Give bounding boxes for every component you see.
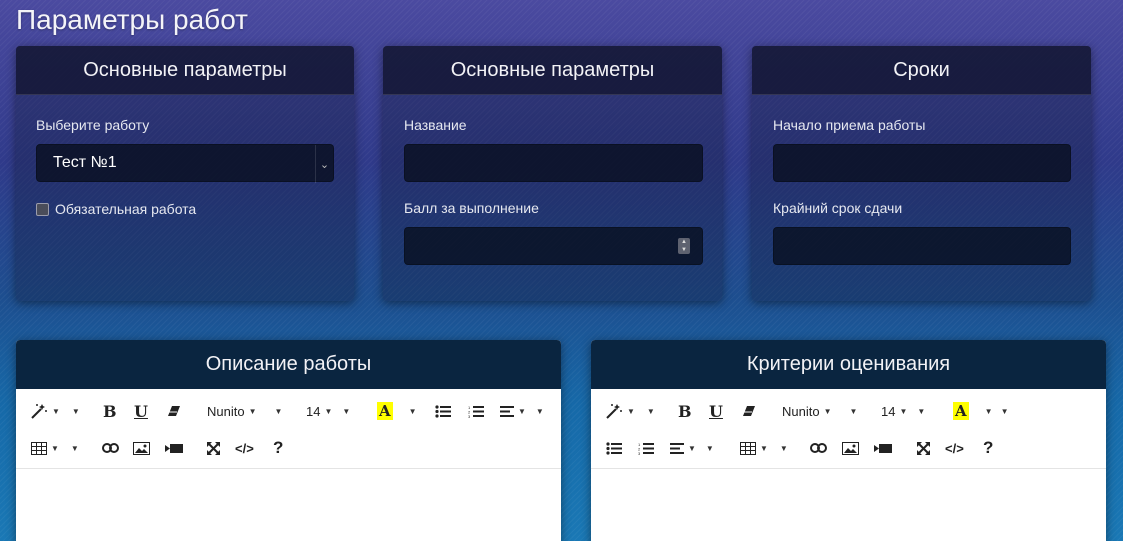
- help-button[interactable]: ?: [273, 435, 283, 461]
- name-input[interactable]: [404, 144, 703, 182]
- highlight-a-icon: A: [953, 402, 969, 420]
- table-dropdown[interactable]: ▼ ▼: [31, 435, 79, 461]
- work-select[interactable]: Тест №1 ⌄: [36, 144, 334, 183]
- page-title: Параметры работ: [16, 4, 248, 35]
- work-select-value: Тест №1: [53, 154, 117, 171]
- score-input[interactable]: ▲ ▼: [404, 227, 703, 265]
- fullscreen-icon[interactable]: [207, 435, 220, 461]
- font-family-value: Nunito: [782, 403, 820, 419]
- align-dropdown[interactable]: ▼ ▼: [500, 398, 544, 424]
- video-icon[interactable]: [165, 435, 183, 461]
- magic-wand-icon: [30, 403, 48, 419]
- align-dropdown[interactable]: ▼ ▼: [670, 435, 714, 461]
- card-title: Описание работы: [16, 340, 561, 389]
- help-button[interactable]: ?: [983, 435, 993, 461]
- underline-button[interactable]: U: [709, 398, 723, 424]
- number-spinner[interactable]: ▲ ▼: [678, 238, 690, 254]
- deadline-date-input[interactable]: [773, 227, 1071, 265]
- font-family-value: Nunito: [207, 403, 245, 419]
- criteria-editor-card: Критерии оценивания ▼ ▼ B U Nunito ▼ ▼ 14 ▼ ▼…: [591, 340, 1106, 541]
- card-title: Основные параметры: [16, 46, 354, 95]
- required-work-label: Обязательная работа: [55, 201, 197, 217]
- eraser-icon[interactable]: [167, 398, 181, 424]
- main-params-card: Основные параметры Выберите работу Тест …: [16, 46, 354, 301]
- font-family-dropdown[interactable]: Nunito ▼ ▼: [207, 398, 282, 424]
- align-left-icon: [500, 405, 514, 417]
- description-editor-card: Описание работы ▼ ▼ B U Nunito ▼ ▼ 14 ▼ ▼ A ▼ …: [16, 340, 561, 541]
- card-title: Основные параметры: [383, 46, 722, 95]
- image-icon[interactable]: [842, 435, 859, 461]
- required-work-checkbox-row[interactable]: Обязательная работа: [36, 201, 196, 217]
- score-label: Балл за выполнение: [404, 200, 539, 216]
- svg-text:3: 3: [638, 451, 641, 455]
- magic-wand-dropdown[interactable]: ▼ ▼: [605, 398, 655, 424]
- text-color-dropdown[interactable]: A ▼ ▼: [953, 398, 1008, 424]
- underline-button[interactable]: U: [134, 398, 148, 424]
- align-left-icon: [670, 442, 684, 454]
- select-work-label: Выберите работу: [36, 117, 150, 133]
- highlight-a-icon: A: [377, 402, 393, 420]
- font-size-value: 14: [306, 403, 321, 419]
- code-view-button[interactable]: </>: [235, 435, 254, 461]
- chevron-down-icon[interactable]: ⌄: [315, 145, 333, 183]
- table-dropdown[interactable]: ▼ ▼: [740, 435, 788, 461]
- start-label: Начало приема работы: [773, 117, 926, 133]
- deadline-label: Крайний срок сдачи: [773, 200, 903, 216]
- magic-wand-dropdown[interactable]: ▼ ▼: [30, 398, 80, 424]
- table-icon: [31, 441, 47, 455]
- font-size-dropdown[interactable]: 14 ▼ ▼: [881, 398, 925, 424]
- editor-toolbar: ▼ ▼ B U Nunito ▼ ▼ 14 ▼ ▼ A ▼ 123 ▼ ▼ ▼ ▼: [16, 389, 561, 469]
- bullet-list-icon[interactable]: [435, 398, 451, 424]
- bold-button[interactable]: B: [103, 398, 117, 424]
- link-icon[interactable]: [810, 435, 827, 461]
- card-title: Критерии оценивания: [591, 340, 1106, 389]
- code-view-button[interactable]: </>: [945, 435, 964, 461]
- editor-toolbar: ▼ ▼ B U Nunito ▼ ▼ 14 ▼ ▼ A ▼ ▼ 123 ▼ ▼ ▼ ▼: [591, 389, 1106, 469]
- name-label: Название: [404, 117, 467, 133]
- required-work-checkbox[interactable]: [36, 202, 49, 216]
- fullscreen-icon[interactable]: [917, 435, 930, 461]
- font-size-value: 14: [881, 403, 896, 419]
- deadlines-card: Сроки Начало приема работы Крайний срок …: [752, 46, 1091, 301]
- image-icon[interactable]: [133, 435, 150, 461]
- svg-text:3: 3: [468, 414, 471, 418]
- font-family-dropdown[interactable]: Nunito ▼ ▼: [782, 398, 857, 424]
- numbered-list-icon[interactable]: 123: [638, 435, 654, 461]
- bullet-list-icon[interactable]: [606, 435, 622, 461]
- description-editor-area[interactable]: [16, 469, 561, 541]
- eraser-icon[interactable]: [742, 398, 756, 424]
- text-color-dropdown[interactable]: A ▼: [377, 398, 417, 424]
- video-icon[interactable]: [874, 435, 892, 461]
- link-icon[interactable]: [102, 435, 119, 461]
- font-size-dropdown[interactable]: 14 ▼ ▼: [306, 398, 350, 424]
- main-params-card-2: Основные параметры Название Балл за выпо…: [383, 46, 722, 301]
- start-date-input[interactable]: [773, 144, 1071, 182]
- magic-wand-icon: [605, 403, 623, 419]
- criteria-editor-area[interactable]: [591, 469, 1106, 541]
- card-title: Сроки: [752, 46, 1091, 95]
- numbered-list-icon[interactable]: 123: [468, 398, 484, 424]
- table-icon: [740, 441, 756, 455]
- bold-button[interactable]: B: [678, 398, 692, 424]
